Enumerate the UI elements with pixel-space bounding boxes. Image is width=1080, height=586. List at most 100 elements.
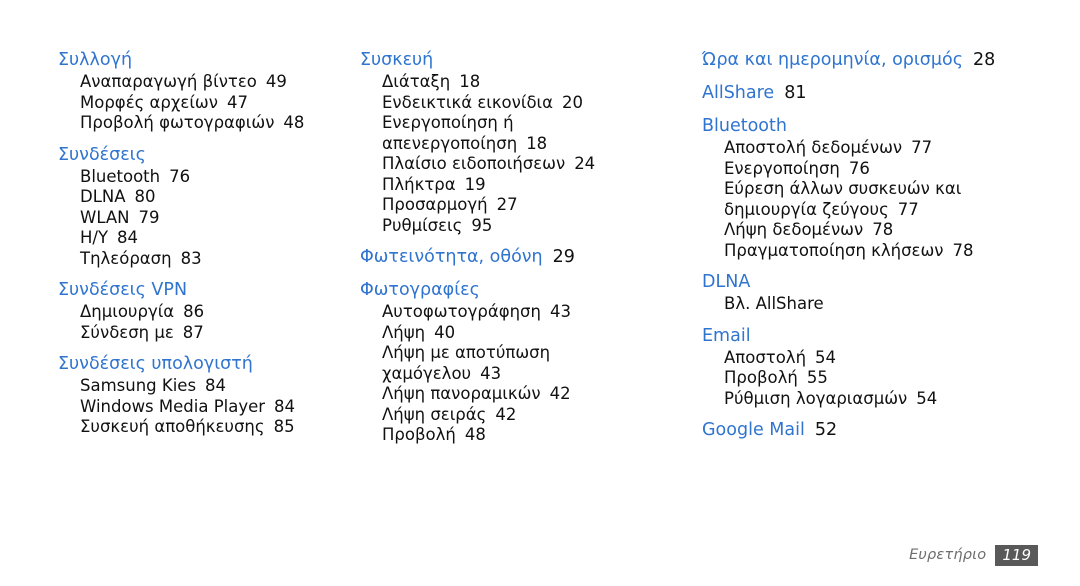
index-entry-page-number: 48 <box>283 113 305 132</box>
index-entry-page-number: 43 <box>480 363 502 383</box>
index-heading[interactable]: Συσκευή <box>360 48 680 72</box>
index-entry[interactable]: Ενδεικτικά εικονίδια 20 <box>360 93 680 114</box>
index-entry[interactable]: Λήψη δεδομένων 78 <box>702 220 1080 241</box>
index-entry[interactable]: Windows Media Player 84 <box>58 397 350 418</box>
index-group: DLNA Βλ. AllShare <box>702 270 1080 315</box>
index-heading-label: Φωτογραφίες <box>360 280 480 300</box>
index-entry[interactable]: Ρυθμίσεις 95 <box>360 216 680 237</box>
index-entry-page-number: 54 <box>916 388 938 408</box>
index-heading[interactable]: Bluetooth <box>702 114 1080 138</box>
index-entry[interactable]: Η/Υ 84 <box>58 228 350 249</box>
footer-section-label: Ευρετήριο <box>909 547 987 563</box>
index-entry[interactable]: Προβολή 55 <box>702 368 1080 389</box>
index-entry-page-number: 87 <box>182 322 204 342</box>
index-group: Φωτεινότητα, οθόνη 29 <box>360 245 680 269</box>
index-entry-label-continued: δημιουργία ζεύγους 77 <box>724 200 1080 221</box>
index-heading[interactable]: Email <box>702 324 1080 348</box>
index-entry-label: Προβολή <box>724 368 798 387</box>
index-heading[interactable]: DLNA <box>702 270 1080 294</box>
index-entry[interactable]: Πραγματοποίηση κλήσεων 78 <box>702 241 1080 262</box>
index-entry-list: Samsung Kies 84 Windows Media Player 84 Συσκ… <box>58 376 350 438</box>
index-entry-label: Samsung Kies <box>80 376 197 395</box>
index-entry[interactable]: Προσαρμογή 27 <box>360 195 680 216</box>
index-entry-page-number: 54 <box>815 347 837 367</box>
index-entry-label: Πλήκτρα <box>382 174 456 194</box>
index-entry[interactable]: Εύρεση άλλων συσκευών και δημιουργία ζεύγ… <box>702 179 1080 220</box>
index-entry[interactable]: Αυτοφωτογράφηση 43 <box>360 302 680 323</box>
index-heading-label: Συλλογή <box>58 50 133 70</box>
index-entry[interactable]: Δημιουργία 86 <box>58 302 350 323</box>
index-entry-label: Σύνδεση με <box>80 322 174 342</box>
index-entry[interactable]: Samsung Kies 84 <box>58 376 350 397</box>
index-group: Email Αποστολή 54 Προβολή 55 Ρύθμιση λογαριασ… <box>702 324 1080 410</box>
index-entry-page-number: 78 <box>872 220 894 239</box>
index-heading[interactable]: Google Mail 52 <box>702 418 1080 442</box>
index-entry-label: Ενεργοποίηση ή <box>382 113 514 132</box>
index-entry[interactable]: Τηλεόραση 83 <box>58 249 350 270</box>
index-entry[interactable]: Λήψη 40 <box>360 323 680 344</box>
index-heading-label: AllShare <box>702 83 775 103</box>
index-entry[interactable]: WLAN 79 <box>58 208 350 229</box>
index-entry-page-number: 49 <box>265 72 287 91</box>
index-heading[interactable]: Συλλογή <box>58 48 350 72</box>
index-heading[interactable]: AllShare 81 <box>702 81 1080 105</box>
index-entry[interactable]: Βλ. AllShare <box>702 294 1080 315</box>
index-entry-page-number: 95 <box>471 215 493 235</box>
index-entry[interactable]: Λήψη πανοραμικών 42 <box>360 384 680 405</box>
index-entry[interactable]: Ρύθμιση λογαριασμών 54 <box>702 389 1080 410</box>
index-entry[interactable]: Συσκευή αποθήκευσης 85 <box>58 417 350 438</box>
index-entry-label: Λήψη πανοραμικών <box>382 384 541 403</box>
index-entry[interactable]: DLNA 80 <box>58 187 350 208</box>
index-entry-page-number: 42 <box>549 384 571 403</box>
index-group: Συσκευή Διάταξη 18 Ενδεικτικά εικονίδια 20 Εν… <box>360 48 680 236</box>
index-group: Bluetooth Αποστολή δεδομένων 77 Ενεργοποίησ… <box>702 114 1080 261</box>
index-heading[interactable]: Φωτεινότητα, οθόνη 29 <box>360 245 680 269</box>
index-heading-label: Συσκευή <box>360 50 434 70</box>
index-entry[interactable]: Πλαίσιο ειδοποιήσεων 24 <box>360 154 680 175</box>
index-entry[interactable]: Σύνδεση με 87 <box>58 323 350 344</box>
index-entry-page-number: 78 <box>952 240 974 260</box>
index-group: Φωτογραφίες Αυτοφωτογράφηση 43 Λήψη 40 Λήψη μ… <box>360 278 680 446</box>
index-entry[interactable]: Αποστολή δεδομένων 77 <box>702 138 1080 159</box>
footer-page-number: 119 <box>995 544 1038 566</box>
index-entry[interactable]: Προβολή φωτογραφιών 48 <box>58 113 350 134</box>
index-entry-label: Μορφές αρχείων <box>80 92 218 112</box>
index-entry-list: Αποστολή 54 Προβολή 55 Ρύθμιση λογαριασμών 54 <box>702 348 1080 410</box>
index-heading-page-number: 28 <box>973 50 996 70</box>
index-heading-label: Ώρα και ημερομηνία, ορισμός <box>702 50 964 70</box>
index-heading[interactable]: Φωτογραφίες <box>360 278 680 302</box>
index-entry[interactable]: Διάταξη 18 <box>360 72 680 93</box>
index-heading[interactable]: Συνδέσεις <box>58 143 350 167</box>
index-heading-page-number: 81 <box>784 83 807 103</box>
index-heading[interactable]: Ώρα και ημερομηνία, ορισμός 28 <box>702 48 1080 72</box>
index-group: Συνδέσεις VPN Δημιουργία 86 Σύνδεση με 87 <box>58 278 350 343</box>
index-entry-page-number: 77 <box>911 138 933 157</box>
index-entry-label: Bluetooth <box>80 166 161 186</box>
index-group: Google Mail 52 <box>702 418 1080 442</box>
index-entry[interactable]: Ενεργοποίηση 76 <box>702 159 1080 180</box>
index-entry[interactable]: Προβολή 48 <box>360 425 680 446</box>
index-entry-label-continued: απενεργοποίηση 18 <box>382 134 680 155</box>
index-entry[interactable]: Λήψη σειράς 42 <box>360 405 680 426</box>
index-entry[interactable]: Μορφές αρχείων 47 <box>58 93 350 114</box>
index-entry-list: Βλ. AllShare <box>702 294 1080 315</box>
index-entry[interactable]: Αποστολή 54 <box>702 348 1080 369</box>
index-entry-label: Πλαίσιο ειδοποιήσεων <box>382 154 566 173</box>
index-entry[interactable]: Πλήκτρα 19 <box>360 175 680 196</box>
index-entry-page-number: 86 <box>183 302 205 321</box>
index-entry-label: Ρυθμίσεις <box>382 215 463 235</box>
index-heading[interactable]: Συνδέσεις VPN <box>58 278 350 302</box>
index-group: Ώρα και ημερομηνία, ορισμός 28 <box>702 48 1080 72</box>
index-entry[interactable]: Λήψη με αποτύπωση χαμόγελου 43 <box>360 343 680 384</box>
column-3: Ώρα και ημερομηνία, ορισμός 28 AllShare 81 B… <box>680 48 1080 442</box>
index-entry-label: Ενεργοποίηση <box>724 158 840 178</box>
index-entry[interactable]: Ενεργοποίηση ή απενεργοποίηση 18 <box>360 113 680 154</box>
index-entry[interactable]: Αναπαραγωγή βίντεο 49 <box>58 72 350 93</box>
index-entry-page-number: 84 <box>117 228 139 247</box>
index-entry-page-number: 42 <box>495 404 517 424</box>
index-entry-label: Λήψη δεδομένων <box>724 220 864 239</box>
index-heading-label: Google Mail <box>702 420 805 440</box>
index-entry[interactable]: Bluetooth 76 <box>58 167 350 188</box>
index-heading[interactable]: Συνδέσεις υπολογιστή <box>58 352 350 376</box>
column-2: Συσκευή Διάταξη 18 Ενδεικτικά εικονίδια 20 Εν… <box>350 48 680 446</box>
